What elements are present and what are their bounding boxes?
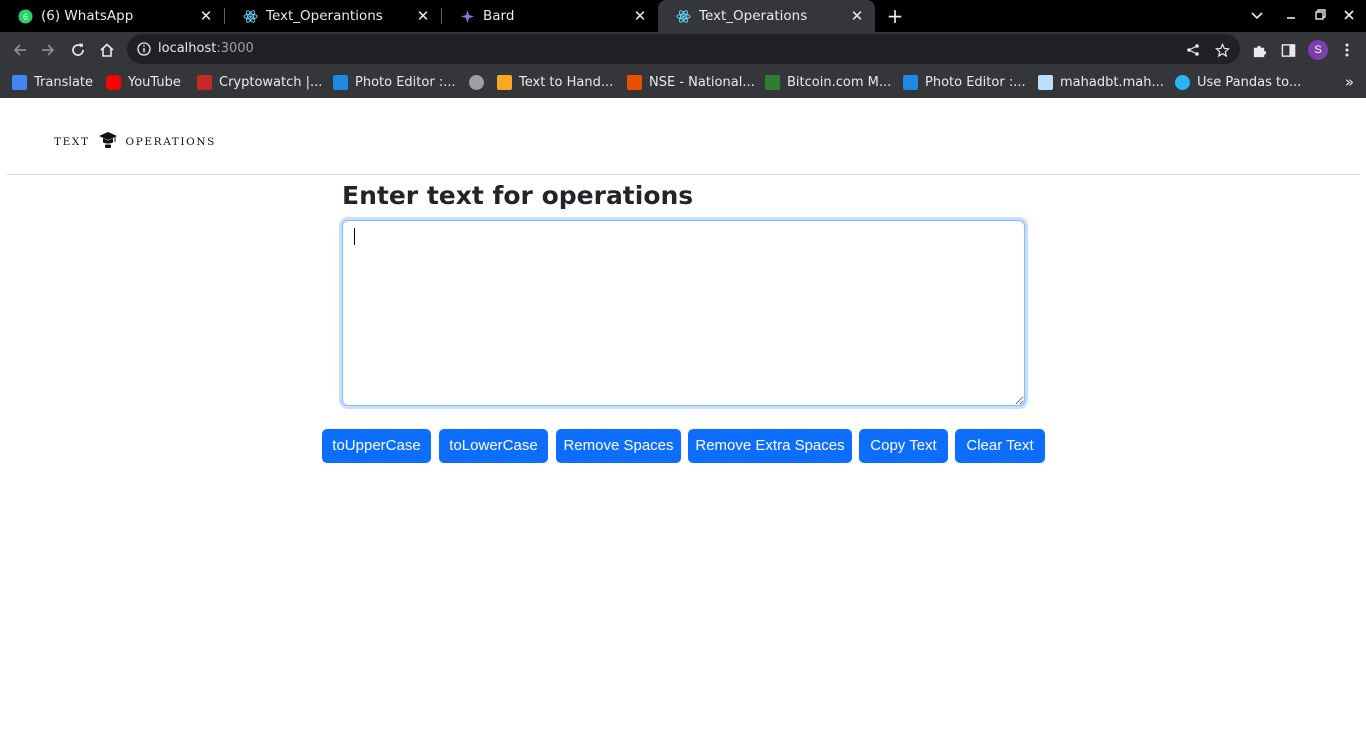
close-tab-icon[interactable]: ✕ bbox=[632, 8, 648, 24]
to-uppercase-button[interactable]: toUpperCase bbox=[322, 429, 431, 463]
minimize-icon[interactable] bbox=[1281, 6, 1301, 26]
document-icon bbox=[1038, 74, 1053, 90]
page-heading: Enter text for operations bbox=[342, 181, 694, 210]
bookmark-translate[interactable]: Translate bbox=[12, 73, 93, 91]
react-icon bbox=[676, 9, 691, 24]
bookmark-text-to-handwriting[interactable]: Text to Hand... bbox=[497, 73, 613, 91]
to-lowercase-button[interactable]: toLowerCase bbox=[439, 429, 548, 463]
side-panel-icon[interactable] bbox=[1277, 39, 1299, 61]
bookmark-label: Photo Editor :... bbox=[925, 74, 1026, 90]
navbar: TEXT OPERATIONS bbox=[7, 98, 1360, 175]
remove-spaces-button[interactable]: Remove Spaces bbox=[556, 429, 681, 463]
copy-text-button[interactable]: Copy Text bbox=[859, 429, 948, 463]
bookmark-label: Text to Hand... bbox=[519, 74, 614, 90]
close-tab-icon[interactable]: ✕ bbox=[849, 8, 865, 24]
bookmark-label: Cryptowatch |... bbox=[219, 74, 323, 90]
forward-arrow-icon[interactable] bbox=[37, 39, 59, 61]
restore-icon[interactable] bbox=[1310, 6, 1330, 26]
bookmark-label: Bitcoin.com M... bbox=[787, 74, 892, 90]
tab-bard[interactable]: Bard ✕ bbox=[442, 0, 658, 32]
site-info-icon[interactable] bbox=[137, 41, 153, 57]
clear-text-button[interactable]: Clear Text bbox=[955, 429, 1045, 463]
bookmark-photo-editor[interactable]: Photo Editor :... bbox=[333, 73, 456, 91]
kebab-menu-icon[interactable] bbox=[1336, 39, 1358, 61]
close-tab-icon[interactable]: ✕ bbox=[415, 8, 431, 24]
graduation-cap-icon bbox=[98, 131, 118, 152]
photo-editor-icon bbox=[333, 74, 348, 90]
home-icon[interactable] bbox=[96, 39, 118, 61]
cryptowatch-icon bbox=[197, 74, 212, 90]
pandas-icon bbox=[1175, 74, 1190, 90]
whatsapp-icon: 6 bbox=[18, 9, 33, 24]
tab-whatsapp[interactable]: 6 (6) WhatsApp ✕ bbox=[0, 0, 224, 32]
bookmark-bitcoin[interactable]: Bitcoin.com M... bbox=[765, 73, 891, 91]
handwriting-icon bbox=[497, 74, 512, 90]
nse-icon bbox=[627, 74, 642, 90]
bitcoin-icon bbox=[765, 74, 780, 90]
remove-extra-spaces-button[interactable]: Remove Extra Spaces bbox=[688, 429, 852, 463]
close-window-icon[interactable] bbox=[1339, 6, 1359, 26]
bookmark-label: mahadbt.mah... bbox=[1060, 74, 1164, 90]
logo-text-right: OPERATIONS bbox=[125, 135, 216, 148]
new-tab-button[interactable]: + bbox=[884, 5, 906, 27]
browser-chrome: 6 (6) WhatsApp ✕ Text_Operantions ✕ Bard… bbox=[0, 0, 1366, 98]
app-page: TEXT OPERATIONS Enter text for operation… bbox=[0, 98, 1366, 743]
bookmark-label: NSE - National... bbox=[649, 74, 755, 90]
logo-text-left: TEXT bbox=[54, 135, 90, 148]
bookmark-photo-editor-2[interactable]: Photo Editor :... bbox=[903, 73, 1026, 91]
url-text: localhost:3000 bbox=[158, 41, 254, 56]
url-port: :3000 bbox=[216, 41, 254, 56]
bookmark-youtube[interactable]: YouTube bbox=[106, 73, 181, 91]
profile-avatar[interactable]: S bbox=[1308, 40, 1328, 60]
tab-title: (6) WhatsApp bbox=[41, 8, 134, 24]
photo-editor-icon bbox=[903, 74, 918, 90]
close-tab-icon[interactable]: ✕ bbox=[198, 8, 214, 24]
extensions-puzzle-icon[interactable] bbox=[1248, 39, 1270, 61]
bard-icon bbox=[460, 9, 475, 24]
bookmark-mahadbt[interactable]: mahadbt.mah... bbox=[1038, 73, 1164, 91]
youtube-icon bbox=[106, 74, 121, 90]
tab-text-operations[interactable]: Text_Operations ✕ bbox=[658, 0, 875, 32]
app-logo[interactable]: TEXT OPERATIONS bbox=[54, 131, 216, 152]
bookmark-nse[interactable]: NSE - National... bbox=[627, 73, 755, 91]
bookmark-globe[interactable] bbox=[469, 73, 491, 91]
tab-search-icon[interactable] bbox=[1247, 6, 1267, 26]
bookmark-label: Use Pandas to... bbox=[1197, 74, 1302, 90]
url-host: localhost bbox=[158, 41, 217, 56]
google-translate-icon bbox=[12, 74, 27, 90]
back-arrow-icon[interactable] bbox=[9, 39, 31, 61]
react-icon bbox=[243, 9, 258, 24]
text-input-area[interactable] bbox=[342, 220, 1025, 406]
globe-icon bbox=[469, 74, 484, 90]
bookmark-label: Translate bbox=[34, 74, 94, 90]
bookmark-label: YouTube bbox=[128, 74, 181, 90]
svg-text:6: 6 bbox=[23, 12, 28, 22]
address-bar[interactable]: localhost:3000 bbox=[127, 34, 1240, 64]
more-bookmarks-icon[interactable]: » bbox=[1345, 73, 1354, 91]
browser-toolbar: localhost:3000 S bbox=[0, 32, 1366, 67]
share-icon[interactable] bbox=[1184, 41, 1202, 59]
bookmark-cryptowatch[interactable]: Cryptowatch |... bbox=[197, 73, 322, 91]
tab-text-operantions[interactable]: Text_Operantions ✕ bbox=[225, 0, 441, 32]
tab-strip: 6 (6) WhatsApp ✕ Text_Operantions ✕ Bard… bbox=[0, 0, 1366, 32]
bookmarks-bar: Translate YouTube Cryptowatch |... Photo… bbox=[0, 67, 1366, 98]
bookmark-pandas[interactable]: Use Pandas to... bbox=[1175, 73, 1301, 91]
reload-icon[interactable] bbox=[67, 39, 89, 61]
text-cursor bbox=[354, 228, 355, 245]
bookmark-star-icon[interactable] bbox=[1213, 41, 1231, 59]
bookmark-label: Photo Editor :... bbox=[355, 74, 456, 90]
